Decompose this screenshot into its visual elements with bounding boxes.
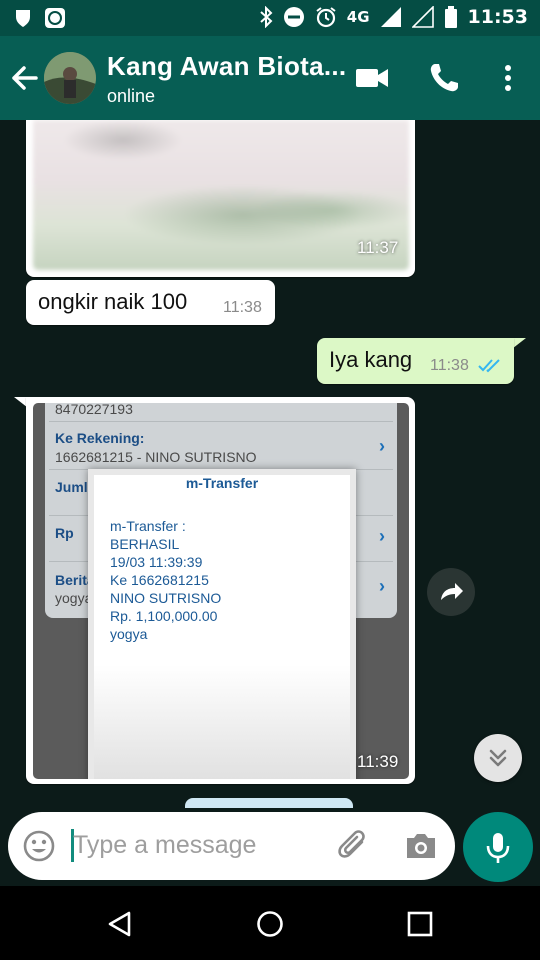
back-arrow-icon[interactable] bbox=[8, 58, 42, 98]
transfer-screenshot[interactable]: 8470227193 Ke Rekening: 1662681215 - NIN… bbox=[33, 403, 409, 779]
status-bar: 4G 11:53 bbox=[0, 0, 540, 36]
message-text: ongkir naik 100 bbox=[38, 289, 188, 314]
message-time: 11:39 bbox=[357, 752, 399, 771]
popup-line: 19/03 11:39:39 bbox=[110, 554, 203, 570]
voice-call-icon[interactable] bbox=[426, 60, 462, 96]
row-value: yogya bbox=[55, 590, 93, 606]
forward-icon bbox=[441, 583, 463, 600]
navigation-bar bbox=[0, 886, 540, 960]
popup-line: yogya bbox=[110, 626, 148, 642]
message-time: 11:38 bbox=[430, 357, 469, 374]
contact-status: online bbox=[107, 86, 156, 106]
chevron-right-icon: › bbox=[379, 436, 385, 456]
more-options-icon[interactable] bbox=[490, 60, 526, 96]
video-call-icon[interactable] bbox=[354, 60, 390, 96]
back-nav-icon[interactable] bbox=[106, 910, 134, 938]
popup-line: Ke 1662681215 bbox=[110, 572, 209, 588]
popup-line: NINO SUTRISNO bbox=[110, 590, 222, 606]
contact-name[interactable]: Kang Awan Biota... bbox=[107, 51, 346, 82]
clock: 11:53 bbox=[467, 6, 528, 28]
message-time: 11:38 bbox=[223, 299, 262, 316]
alarm-icon bbox=[316, 7, 336, 28]
popup-shading bbox=[94, 665, 350, 779]
emoji-icon[interactable] bbox=[22, 829, 56, 863]
battery-icon bbox=[444, 6, 457, 28]
forward-button[interactable] bbox=[427, 568, 475, 616]
row-label: Ke Rekening: bbox=[55, 430, 145, 446]
message-time: 11:37 bbox=[357, 238, 399, 257]
double-chevron-down-icon bbox=[489, 749, 507, 767]
form-row: Ke Rekening: 1662681215 - NINO SUTRISNO … bbox=[49, 421, 393, 469]
chevron-right-icon: › bbox=[379, 576, 385, 596]
microphone-icon bbox=[486, 833, 510, 863]
row-label: Rp bbox=[55, 525, 74, 541]
scroll-to-bottom-button[interactable] bbox=[474, 734, 522, 782]
popup-title: m-Transfer bbox=[185, 475, 259, 491]
popup-line: Rp. 1,100,000.00 bbox=[110, 608, 218, 624]
read-receipt-icon bbox=[478, 359, 500, 373]
message-input[interactable]: Type a message bbox=[73, 831, 256, 860]
do-not-disturb-icon bbox=[283, 7, 304, 27]
avatar[interactable] bbox=[44, 52, 96, 104]
chat-area[interactable]: 11:37 ongkir naik 100 11:38 Iya kang 11:… bbox=[0, 120, 540, 886]
popup-line: m-Transfer : bbox=[110, 518, 186, 534]
incoming-message[interactable]: ongkir naik 100 11:38 bbox=[26, 280, 275, 325]
transfer-result-popup: m-Transfer m-Transfer : BERHASIL 19/03 1… bbox=[88, 469, 356, 779]
next-message-peek bbox=[185, 798, 353, 808]
message-text: Iya kang bbox=[329, 347, 413, 372]
app-notification-icon bbox=[45, 8, 65, 28]
camera-icon[interactable] bbox=[403, 830, 439, 862]
row-value: 1662681215 - NINO SUTRISNO bbox=[55, 449, 257, 465]
bluetooth-icon bbox=[260, 6, 273, 28]
outgoing-message[interactable]: Iya kang 11:38 bbox=[317, 338, 514, 384]
signal-icon bbox=[380, 7, 401, 27]
image-message[interactable]: 8470227193 Ke Rekening: 1662681215 - NIN… bbox=[26, 397, 415, 784]
home-nav-icon[interactable] bbox=[256, 910, 284, 938]
source-account: 8470227193 bbox=[55, 403, 133, 417]
image-message[interactable]: 11:37 bbox=[26, 120, 415, 277]
attach-icon[interactable] bbox=[336, 828, 372, 864]
voice-message-button[interactable] bbox=[463, 812, 533, 882]
signal-2-icon bbox=[411, 6, 434, 28]
blurred-image[interactable] bbox=[33, 120, 409, 270]
chevron-right-icon: › bbox=[379, 526, 385, 546]
avatar-photo bbox=[44, 52, 96, 104]
network-type: 4G bbox=[346, 8, 370, 26]
popup-line: BERHASIL bbox=[110, 536, 180, 552]
shield-notification-icon bbox=[16, 10, 30, 27]
recents-nav-icon[interactable] bbox=[406, 910, 434, 938]
chat-header: Kang Awan Biota... online bbox=[0, 36, 540, 120]
